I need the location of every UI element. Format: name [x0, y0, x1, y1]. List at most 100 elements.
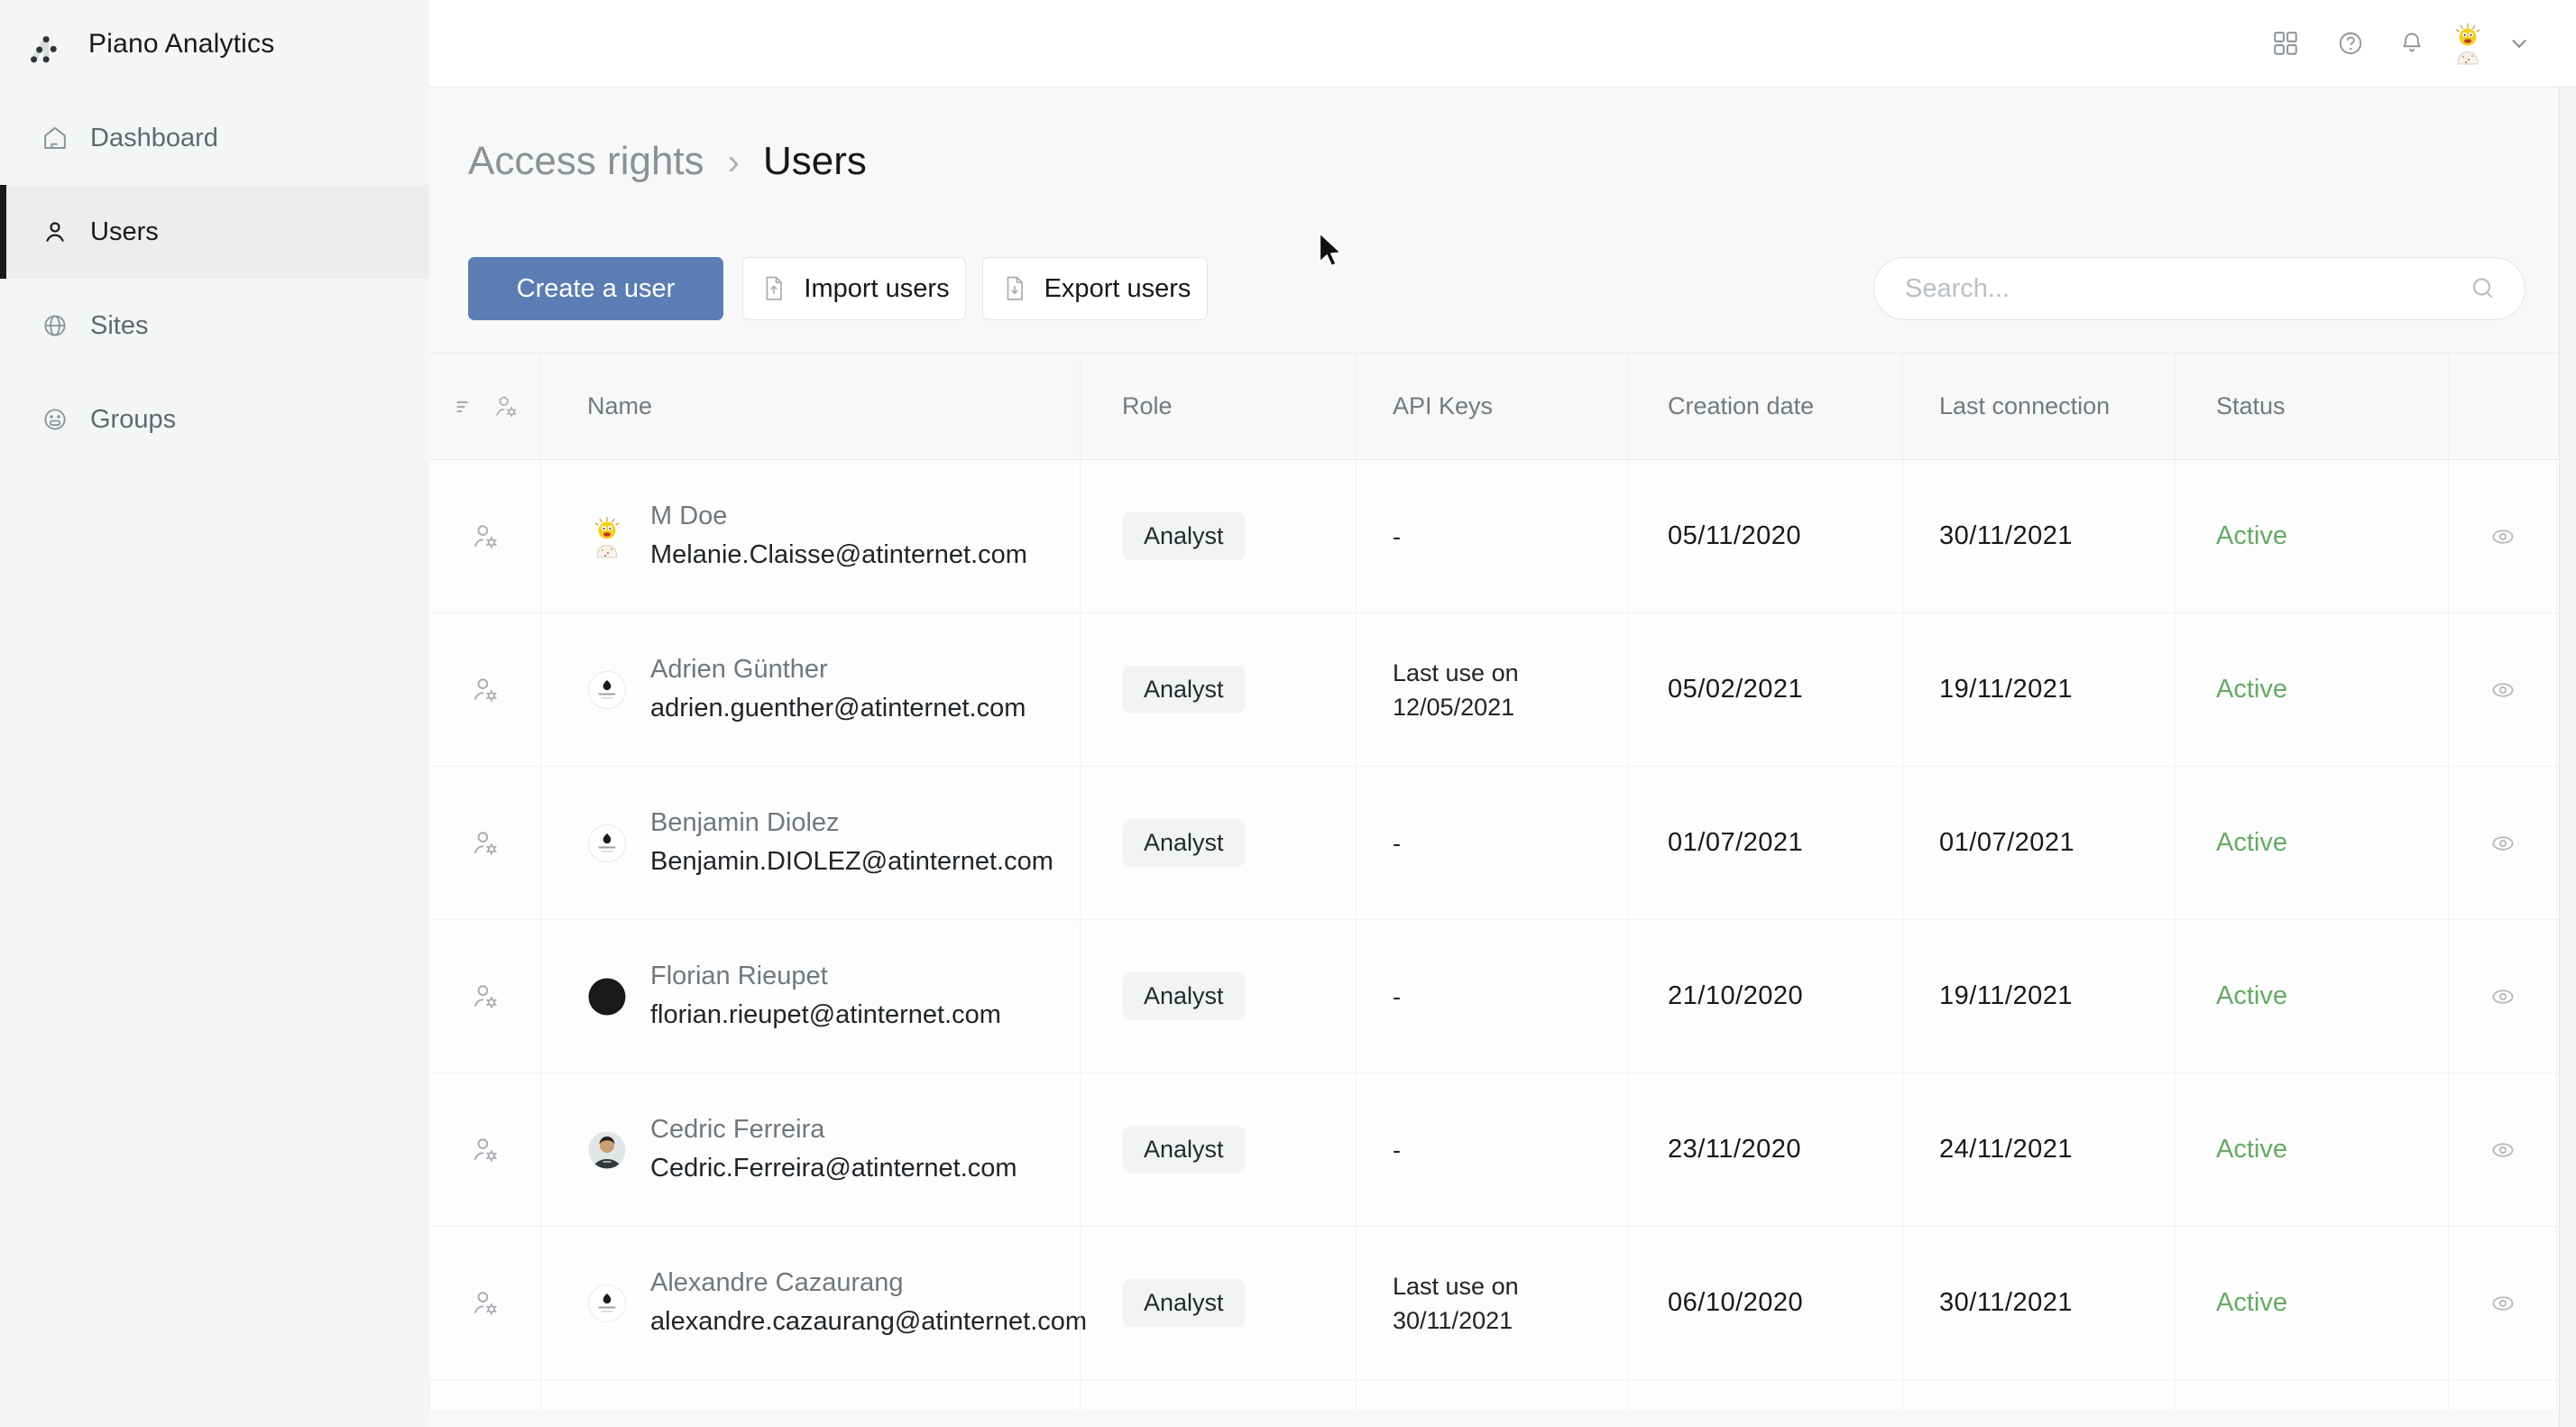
view-user-button[interactable]: [2478, 971, 2528, 1022]
help-icon[interactable]: [2336, 29, 2365, 58]
api-keys-cell: -: [1356, 920, 1627, 1073]
actions-cell: [2448, 613, 2556, 766]
sidebar-item-label: Dashboard: [90, 124, 218, 153]
photo-portrait-avatar: [587, 1128, 627, 1172]
user-settings-icon[interactable]: [492, 392, 520, 421]
import-users-button[interactable]: Import users: [742, 257, 966, 320]
user-email: Melanie.Claisse@atinternet.com: [650, 534, 1027, 575]
creation-date-cell: 21/10/2020: [1627, 920, 1902, 1073]
user-settings-icon[interactable]: [469, 1134, 501, 1166]
sidebar-item-dashboard[interactable]: Dashboard: [0, 91, 429, 185]
role-badge: Analyst: [1122, 1279, 1246, 1327]
column-header-creation-date[interactable]: Creation date: [1627, 354, 1902, 459]
user-name: Adrien Günther: [650, 651, 1026, 687]
column-header-last-connection[interactable]: Last connection: [1902, 354, 2175, 459]
user-email: Cedric.Ferreira@atinternet.com: [650, 1147, 1017, 1189]
breadcrumb-parent[interactable]: Access rights: [468, 139, 704, 184]
status-cell: Active: [2175, 1227, 2448, 1379]
eye-icon: [2487, 980, 2519, 1013]
view-user-button[interactable]: [2478, 818, 2528, 869]
api-keys-cell: -: [1356, 767, 1627, 919]
notifications-bell-icon[interactable]: [2397, 29, 2426, 58]
last-connection-cell: 24/11/2021: [1902, 1073, 2175, 1226]
content: Access rights › Users Create a user Impo…: [429, 87, 2576, 1427]
row-select-cell: [429, 767, 540, 919]
status-cell: Active: [2175, 920, 2448, 1073]
creation-date-cell: 06/10/2020: [1627, 1227, 1902, 1379]
name-cell: Adrien Günther adrien.guenther@atinterne…: [540, 613, 1080, 766]
sidebar-item-label: Groups: [90, 405, 176, 435]
view-user-button[interactable]: [2478, 665, 2528, 715]
view-user-button[interactable]: [2478, 511, 2528, 562]
users-table: Name Role API Keys Creation date Last co…: [429, 353, 2576, 1410]
table-row[interactable]: Benjamin Diolez Benjamin.DIOLEZ@atintern…: [429, 767, 2576, 920]
role-cell: Analyst: [1080, 767, 1356, 919]
search-icon[interactable]: [2468, 273, 2498, 304]
api-keys-cell: Last use on 12/05/2021: [1356, 613, 1627, 766]
scrollbar-track[interactable]: [2559, 87, 2576, 1427]
table-row[interactable]: Adrien Günther adrien.guenther@atinterne…: [429, 613, 2576, 767]
search-input[interactable]: [1873, 257, 2525, 320]
eye-icon: [2487, 1287, 2519, 1320]
column-header-actions: [2448, 354, 2556, 459]
export-users-button[interactable]: Export users: [982, 257, 1208, 320]
file-download-icon: [999, 273, 1030, 304]
piano-analytics-logo-icon: [18, 23, 60, 65]
role-badge: Analyst: [1122, 512, 1246, 560]
search-box: [1873, 257, 2525, 320]
column-header-api-keys[interactable]: API Keys: [1356, 354, 1627, 459]
create-user-button[interactable]: Create a user: [468, 257, 723, 320]
creation-date-cell: 05/11/2020: [1627, 460, 1902, 612]
eye-icon: [2487, 1134, 2519, 1166]
status-cell: Active: [2175, 1073, 2448, 1226]
user-settings-icon[interactable]: [469, 674, 501, 706]
sidebar-item-sites[interactable]: Sites: [0, 279, 429, 373]
chevron-down-icon[interactable]: [2507, 32, 2531, 55]
table-body: M Doe Melanie.Claisse@atinternet.com Ana…: [429, 460, 2576, 1410]
last-connection-cell: 19/11/2021: [1902, 613, 2175, 766]
view-user-button[interactable]: [2478, 1278, 2528, 1329]
status-cell: Active: [2175, 767, 2448, 919]
last-connection-cell: 30/11/2021: [1902, 1227, 2175, 1379]
row-select-cell: [429, 1073, 540, 1226]
table-row[interactable]: M Doe Melanie.Claisse@atinternet.com Ana…: [429, 460, 2576, 613]
api-keys-cell: Last use on 30/11/2021: [1356, 1227, 1627, 1379]
eye-icon: [2487, 827, 2519, 860]
status-badge: Active: [2216, 1288, 2287, 1318]
column-header-name[interactable]: Name: [540, 354, 1080, 459]
table-header-select: [429, 354, 540, 459]
view-user-button[interactable]: [2478, 1125, 2528, 1175]
sidebar-item-users[interactable]: Users: [0, 185, 429, 279]
breadcrumb-separator: ›: [728, 143, 740, 183]
export-users-label: Export users: [1044, 274, 1191, 304]
role-badge: Analyst: [1122, 972, 1246, 1020]
brand-logo[interactable]: Piano Analytics: [0, 0, 429, 87]
globe-icon: [41, 312, 69, 339]
column-header-role[interactable]: Role: [1080, 354, 1356, 459]
cartoon-character-avatar: [587, 515, 627, 558]
sidebar-nav: Dashboard UsersSites Groups: [0, 87, 429, 466]
user-email: Benjamin.DIOLEZ@atinternet.com: [650, 841, 1053, 882]
user-settings-icon[interactable]: [469, 520, 501, 553]
api-keys-cell: -: [1356, 1073, 1627, 1226]
user-icon: [41, 218, 69, 245]
sidebar: Piano Analytics Dashboard UsersSites Group…: [0, 0, 429, 1427]
atinternet-logo-avatar: [587, 822, 627, 865]
status-badge: Active: [2216, 521, 2287, 551]
sidebar-item-groups[interactable]: Groups: [0, 373, 429, 466]
last-connection-cell: 30/11/2021: [1902, 460, 2175, 612]
apps-grid-icon[interactable]: [2271, 29, 2300, 58]
user-settings-icon[interactable]: [469, 1287, 501, 1320]
user-avatar[interactable]: [2448, 22, 2488, 65]
column-header-status[interactable]: Status: [2175, 354, 2448, 459]
table-row[interactable]: Cedric Ferreira Cedric.Ferreira@atintern…: [429, 1073, 2576, 1227]
user-settings-icon[interactable]: [469, 827, 501, 860]
row-select-cell: [429, 1227, 540, 1379]
table-row[interactable]: Alexandre Cazaurang alexandre.cazaurang@…: [429, 1227, 2576, 1380]
name-cell: M Doe Melanie.Claisse@atinternet.com: [540, 460, 1080, 612]
user-name: Cedric Ferreira: [650, 1111, 1017, 1147]
table-row[interactable]: Florian Rieupet florian.rieupet@atintern…: [429, 920, 2576, 1073]
user-settings-icon[interactable]: [469, 980, 501, 1013]
table-row-partial: [429, 1380, 2576, 1410]
sort-icon[interactable]: [450, 392, 479, 421]
